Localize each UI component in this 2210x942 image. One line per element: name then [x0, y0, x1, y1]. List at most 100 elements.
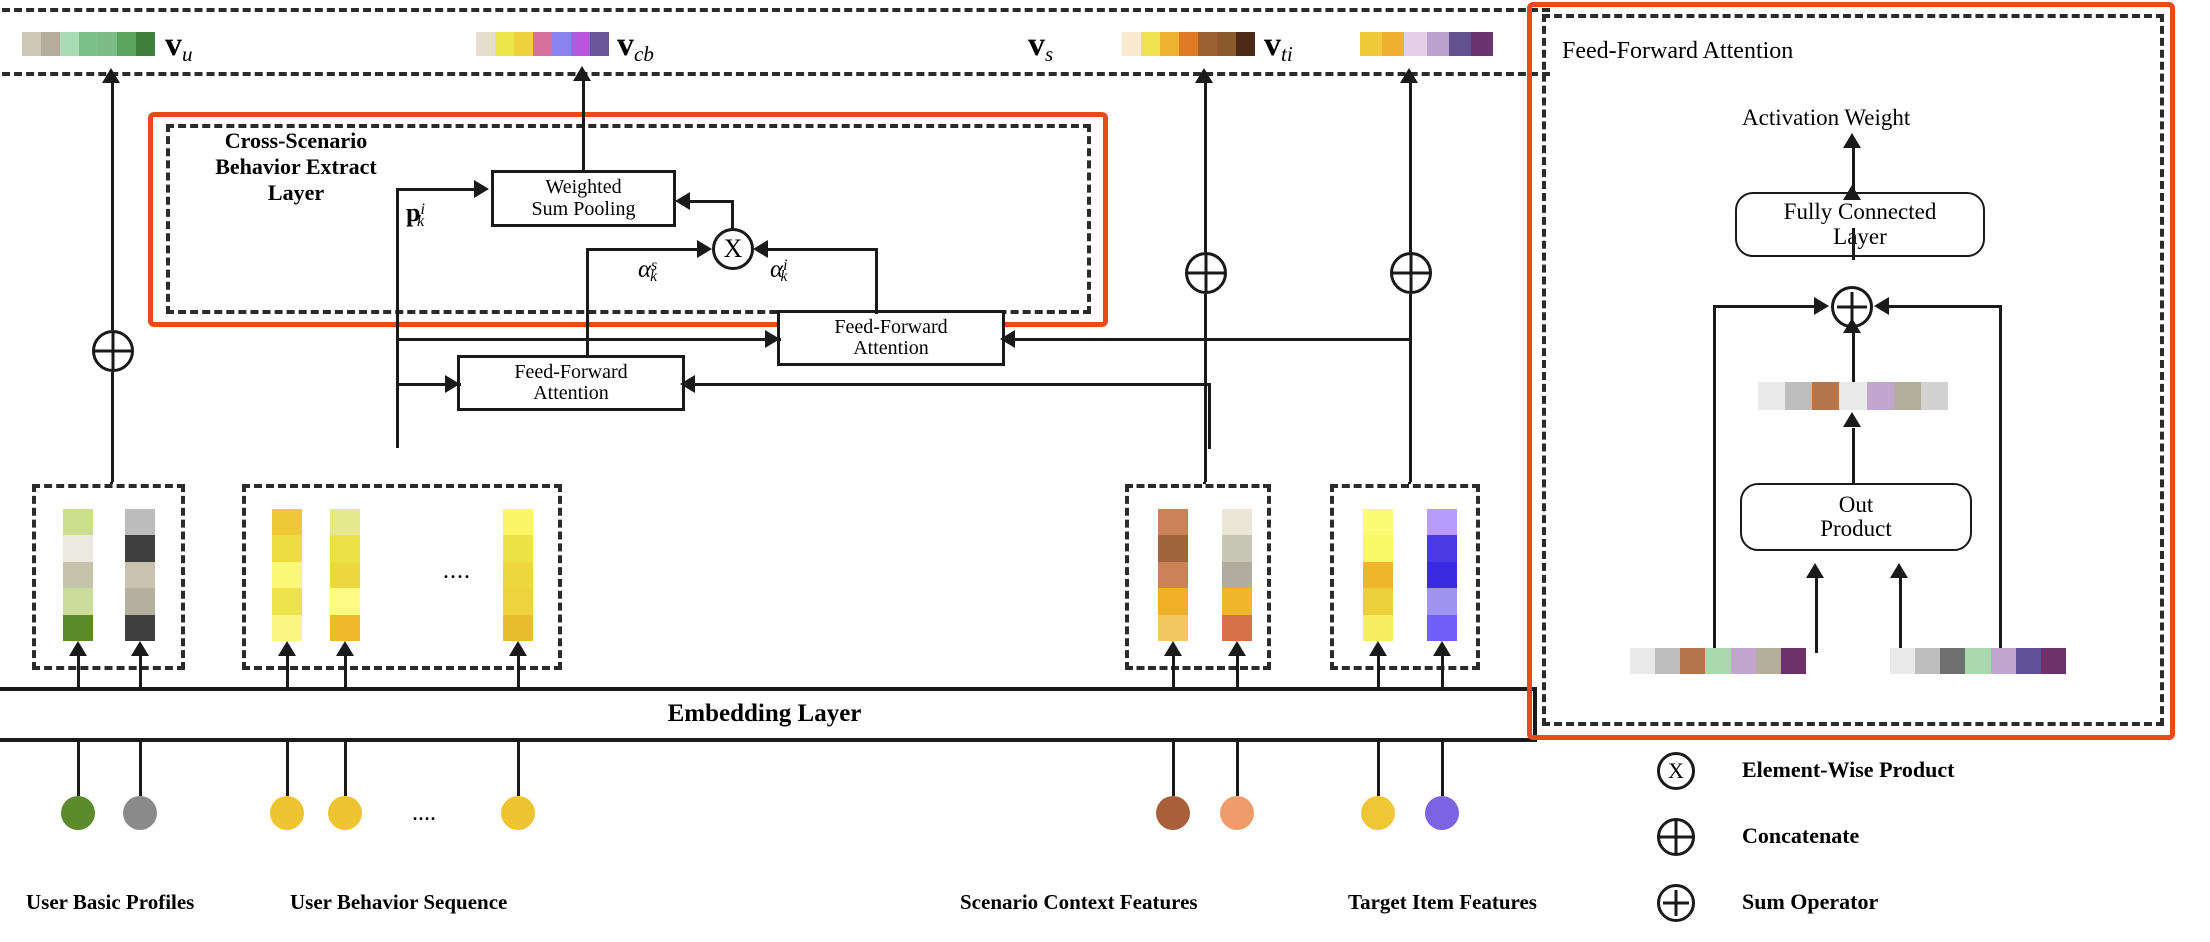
swatch	[1360, 32, 1383, 56]
ffa-right-box[interactable]: Feed-Forward Attention	[777, 310, 1005, 366]
skip-right-horizontal	[1889, 305, 2002, 308]
target-concat-up-arrowhead	[1400, 68, 1418, 83]
feature-column-user-behavior-sequence	[330, 509, 360, 642]
swatch	[125, 509, 155, 536]
vector-vu-swatches	[22, 32, 155, 56]
feature-column-scenario-context-features	[1222, 509, 1252, 642]
concat-operator-target[interactable]	[1390, 252, 1432, 294]
input-dot-to-embedding-line	[1171, 742, 1175, 796]
swatch	[1141, 32, 1160, 56]
swatch	[1158, 614, 1188, 642]
vector-vti-swatches	[1360, 32, 1494, 56]
fully-connected-layer-box[interactable]: Fully Connected Layer	[1735, 192, 1985, 257]
swatch	[503, 614, 533, 642]
swatch	[1427, 509, 1457, 536]
swatch	[125, 561, 155, 589]
weighted-sum-pooling-box[interactable]: Weighted Sum Pooling	[491, 170, 676, 227]
swatch	[272, 509, 302, 536]
user-concat-down-line	[111, 372, 114, 482]
swatch	[79, 32, 98, 56]
ffa-left-input-arrowhead	[680, 375, 695, 393]
embedding-to-feature-arrowhead	[1164, 641, 1182, 656]
embedding-to-feature-line	[138, 653, 142, 687]
ffa-left-line2: Attention	[533, 382, 609, 404]
concat-operator-scenario[interactable]	[1185, 252, 1227, 294]
out-product-box[interactable]: Out Product	[1740, 483, 1972, 551]
swatch	[1920, 382, 1948, 410]
label-user-behavior-sequence: User Behavior Sequence	[290, 890, 508, 914]
swatch	[1785, 382, 1813, 410]
element-wise-product-operator[interactable]: X	[712, 228, 754, 270]
swatch	[1990, 648, 2016, 674]
behavior-to-left-ffa-arrowhead	[445, 375, 460, 393]
swatch	[1179, 32, 1198, 56]
feature-column-target-item-features	[1363, 509, 1393, 642]
swatch	[1363, 561, 1393, 589]
swatch	[1730, 648, 1756, 674]
embedding-to-feature-line	[285, 653, 289, 687]
cross-scenario-title: Cross-Scenario Behavior Extract Layer	[215, 128, 377, 205]
legend-concat-v-bar	[1674, 819, 1678, 855]
feature-box-target-item	[1330, 484, 1480, 670]
pk-arrowhead	[474, 180, 489, 198]
embedding-layer-label: Embedding Layer	[667, 700, 862, 728]
legend-icon-circle-plus-cross-icon	[1657, 818, 1695, 856]
swatch	[22, 32, 41, 56]
alpha-s-symbol: αsk	[638, 256, 658, 286]
band-top-divider	[0, 8, 1550, 12]
legend-label-element-wise-product: Element-Wise Product	[1742, 757, 1955, 782]
wsp-to-vcb-line	[582, 78, 585, 170]
user-concat-up-arrowhead	[102, 68, 120, 83]
swatch	[1158, 588, 1188, 615]
ffa-right-line2: Attention	[853, 337, 929, 359]
input-left-arrowhead	[1806, 563, 1824, 578]
swatch	[63, 535, 93, 562]
ffa-right-input-line	[1005, 338, 1412, 341]
vector-vu-label: vu	[165, 26, 193, 66]
alpha-i-symbol: αik	[770, 256, 788, 286]
swatch	[125, 535, 155, 562]
input-dot-scenario-context-features	[1156, 796, 1190, 830]
ffa-mid-vector	[1758, 382, 1948, 410]
swatch	[1236, 32, 1255, 56]
ffa-left-input-line	[685, 383, 1211, 386]
scenario-feature-rail	[1202, 482, 1206, 484]
target-feature-rail	[1407, 482, 1411, 484]
swatch	[1890, 648, 1916, 674]
ffa-left-input-vertical	[1208, 383, 1211, 449]
fc-line1: Fully Connected	[1783, 199, 1937, 225]
swatch	[495, 32, 514, 56]
swatch	[330, 509, 360, 536]
embedding-to-feature-arrowhead	[1433, 641, 1451, 656]
behavior-seq-ellipsis: ....	[443, 558, 471, 584]
embedding-layer-box[interactable]: Embedding Layer	[0, 687, 1537, 742]
swatch	[330, 614, 360, 642]
ffa-left-line1: Feed-Forward	[514, 360, 628, 383]
swatch	[272, 535, 302, 562]
ffa-input-left-vector	[1630, 648, 1806, 674]
swatch	[272, 614, 302, 642]
input-dot-to-embedding-line	[138, 742, 142, 796]
embedding-to-feature-line	[516, 653, 520, 687]
swatch	[330, 588, 360, 615]
feature-column-scenario-context-features	[1158, 509, 1188, 642]
skip-right-arrowhead	[1874, 297, 1889, 315]
skip-left-arrowhead	[1814, 297, 1829, 315]
out-product-line2: Product	[1820, 516, 1892, 541]
swatch	[476, 32, 495, 56]
swatch	[1427, 535, 1457, 562]
swatch	[1363, 614, 1393, 642]
swatch	[1755, 648, 1781, 674]
label-scenario-context-features: Scenario Context Features	[960, 890, 1198, 914]
concat-operator-user[interactable]	[92, 330, 134, 372]
legend-icon-circle-x-icon: X	[1657, 752, 1695, 790]
ffa-left-box[interactable]: Feed-Forward Attention	[457, 355, 685, 411]
swatch	[63, 588, 93, 615]
input-dot-target-item-features	[1425, 796, 1459, 830]
out-product-line1: Out	[1838, 491, 1874, 517]
input-dot-user-basic-profiles	[61, 796, 95, 830]
user-concat-up-line	[111, 80, 114, 330]
fc-to-activation-arrowhead	[1843, 133, 1861, 148]
swatch	[1198, 32, 1217, 56]
band-bottom-divider	[0, 72, 1550, 76]
